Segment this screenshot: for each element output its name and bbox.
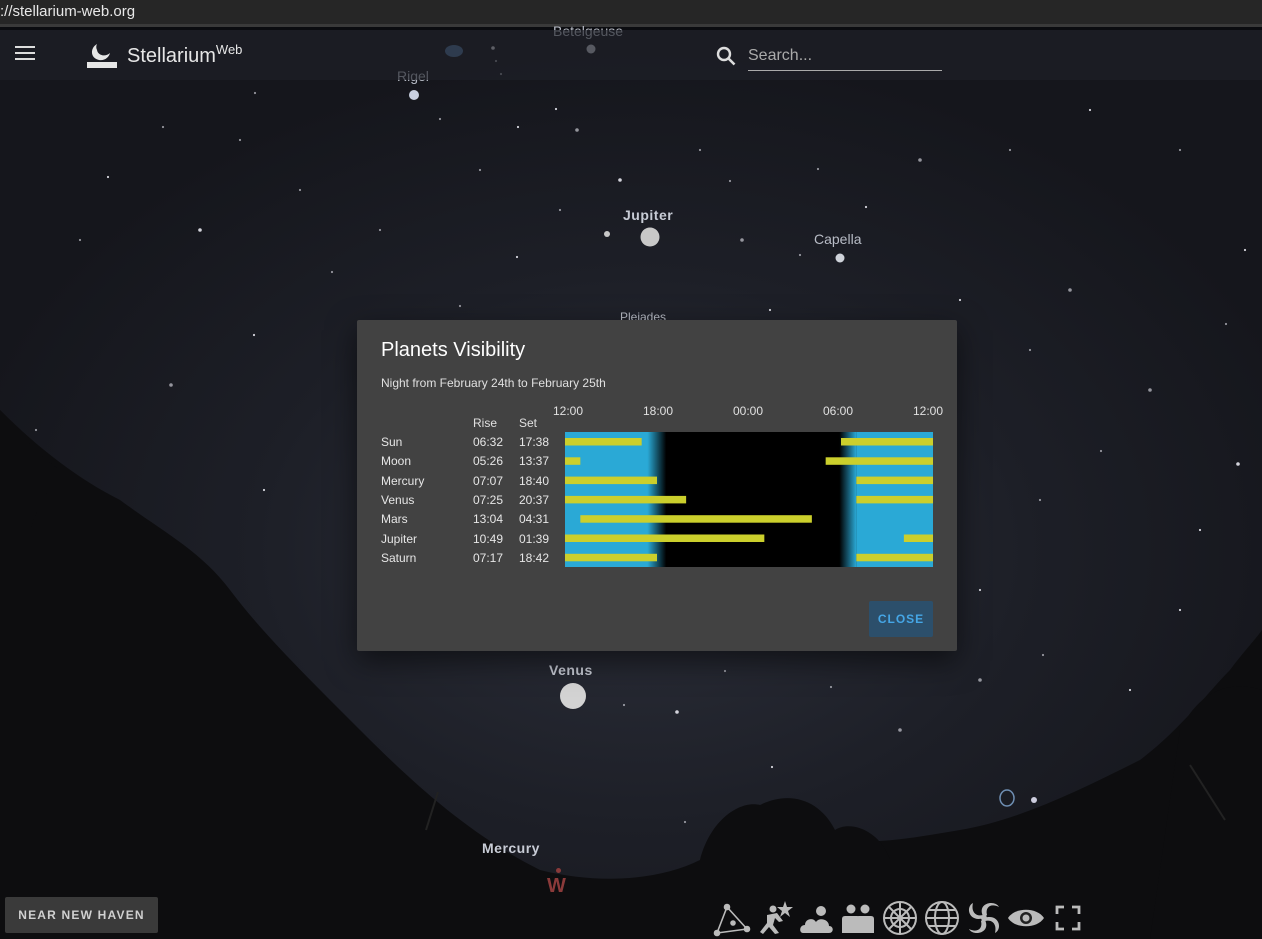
hamburger-line	[15, 52, 35, 54]
time-tick-label: 12:00	[553, 404, 584, 418]
set-time: 01:39	[519, 531, 550, 546]
set-time: 13:37	[519, 454, 550, 469]
planet-name: Venus	[381, 492, 415, 507]
rise-time: 05:26	[473, 454, 504, 469]
cardinal-west: W	[547, 875, 566, 897]
planet-name: Saturn	[381, 550, 417, 565]
visibility-bar	[825, 457, 933, 465]
header-set: Set	[519, 416, 538, 430]
azimuthal-grid-icon[interactable]	[881, 899, 919, 937]
hamburger-line	[15, 46, 35, 48]
set-time: 18:42	[519, 550, 550, 565]
visibility-bar	[565, 553, 657, 562]
visibility-bar	[565, 495, 687, 504]
visibility-bar	[565, 476, 657, 485]
visibility-bar	[580, 515, 812, 523]
planets-visibility-dialog: Planets Visibility Night from February 2…	[357, 320, 957, 651]
dialog-title: Planets Visibility	[381, 339, 526, 361]
planet-name: Sun	[381, 435, 403, 449]
brand-sup: Web	[215, 42, 243, 57]
top-bar: StellariumWeb	[0, 30, 1262, 80]
visibility-bar	[565, 534, 765, 542]
rise-time: 07:07	[473, 473, 504, 488]
hamburger-line	[15, 58, 35, 60]
set-time: 04:31	[519, 512, 550, 527]
time-tick-label: 06:00	[823, 404, 854, 418]
visibility-bar	[565, 438, 642, 446]
search-icon	[716, 46, 736, 66]
dawn-gradient	[839, 432, 857, 567]
stellarium-logo-icon	[87, 44, 117, 68]
location-button[interactable]: NEAR NEW HAVEN	[5, 897, 158, 933]
landscape-icon[interactable]	[839, 899, 877, 937]
rise-time: 10:49	[473, 531, 504, 546]
set-time: 18:40	[519, 473, 550, 488]
planet-name: Mars	[381, 512, 408, 527]
rise-time: 07:17	[473, 550, 504, 565]
time-tick-label: 18:00	[643, 404, 674, 418]
constellation-art-icon[interactable]	[755, 899, 793, 937]
set-time: 17:38	[519, 435, 550, 449]
label-capella[interactable]: Capella	[814, 231, 861, 247]
search-input[interactable]	[748, 42, 942, 71]
time-tick-label: 12:00	[913, 404, 944, 418]
header-rise: Rise	[473, 416, 498, 430]
planet-name: Mercury	[381, 473, 425, 488]
visibility-chart	[565, 432, 933, 567]
brand-name: Stellarium	[127, 45, 216, 67]
visibility-bar	[565, 457, 581, 465]
set-time: 20:37	[519, 492, 550, 507]
rise-time: 07:25	[473, 492, 504, 507]
fullscreen-icon[interactable]	[1049, 899, 1087, 937]
constellation-lines-icon[interactable]	[713, 899, 751, 937]
screen: ://stellarium-web.org Betelgeuse Rigel	[0, 0, 1262, 939]
visibility-bar	[856, 553, 933, 562]
cardinal-marker	[556, 868, 561, 873]
brand-title: StellariumWeb	[127, 42, 242, 68]
visibility-bar	[856, 495, 933, 504]
label-mercury[interactable]: Mercury	[482, 840, 540, 856]
night-mode-icon[interactable]	[1007, 899, 1045, 937]
visibility-bar	[903, 534, 933, 542]
rise-time: 06:32	[473, 435, 504, 449]
rise-time: 13:04	[473, 512, 504, 527]
dialog-subtitle: Night from February 24th to February 25t…	[381, 376, 606, 390]
time-tick-label: 00:00	[733, 404, 764, 418]
label-venus[interactable]: Venus	[549, 662, 593, 678]
label-jupiter[interactable]: Jupiter	[623, 207, 673, 223]
close-button[interactable]: CLOSE	[869, 601, 933, 637]
visibility-bar	[841, 438, 933, 446]
visibility-bar	[856, 476, 933, 485]
address-bar[interactable]: ://stellarium-web.org	[0, 0, 1262, 27]
menu-button[interactable]	[13, 46, 37, 64]
equatorial-grid-icon[interactable]	[923, 899, 961, 937]
url-text: ://stellarium-web.org	[0, 3, 136, 20]
nebulae-icon[interactable]	[965, 899, 1003, 937]
planet-name: Jupiter	[381, 531, 418, 546]
planet-name: Moon	[381, 454, 412, 469]
atmosphere-icon[interactable]	[797, 899, 835, 937]
